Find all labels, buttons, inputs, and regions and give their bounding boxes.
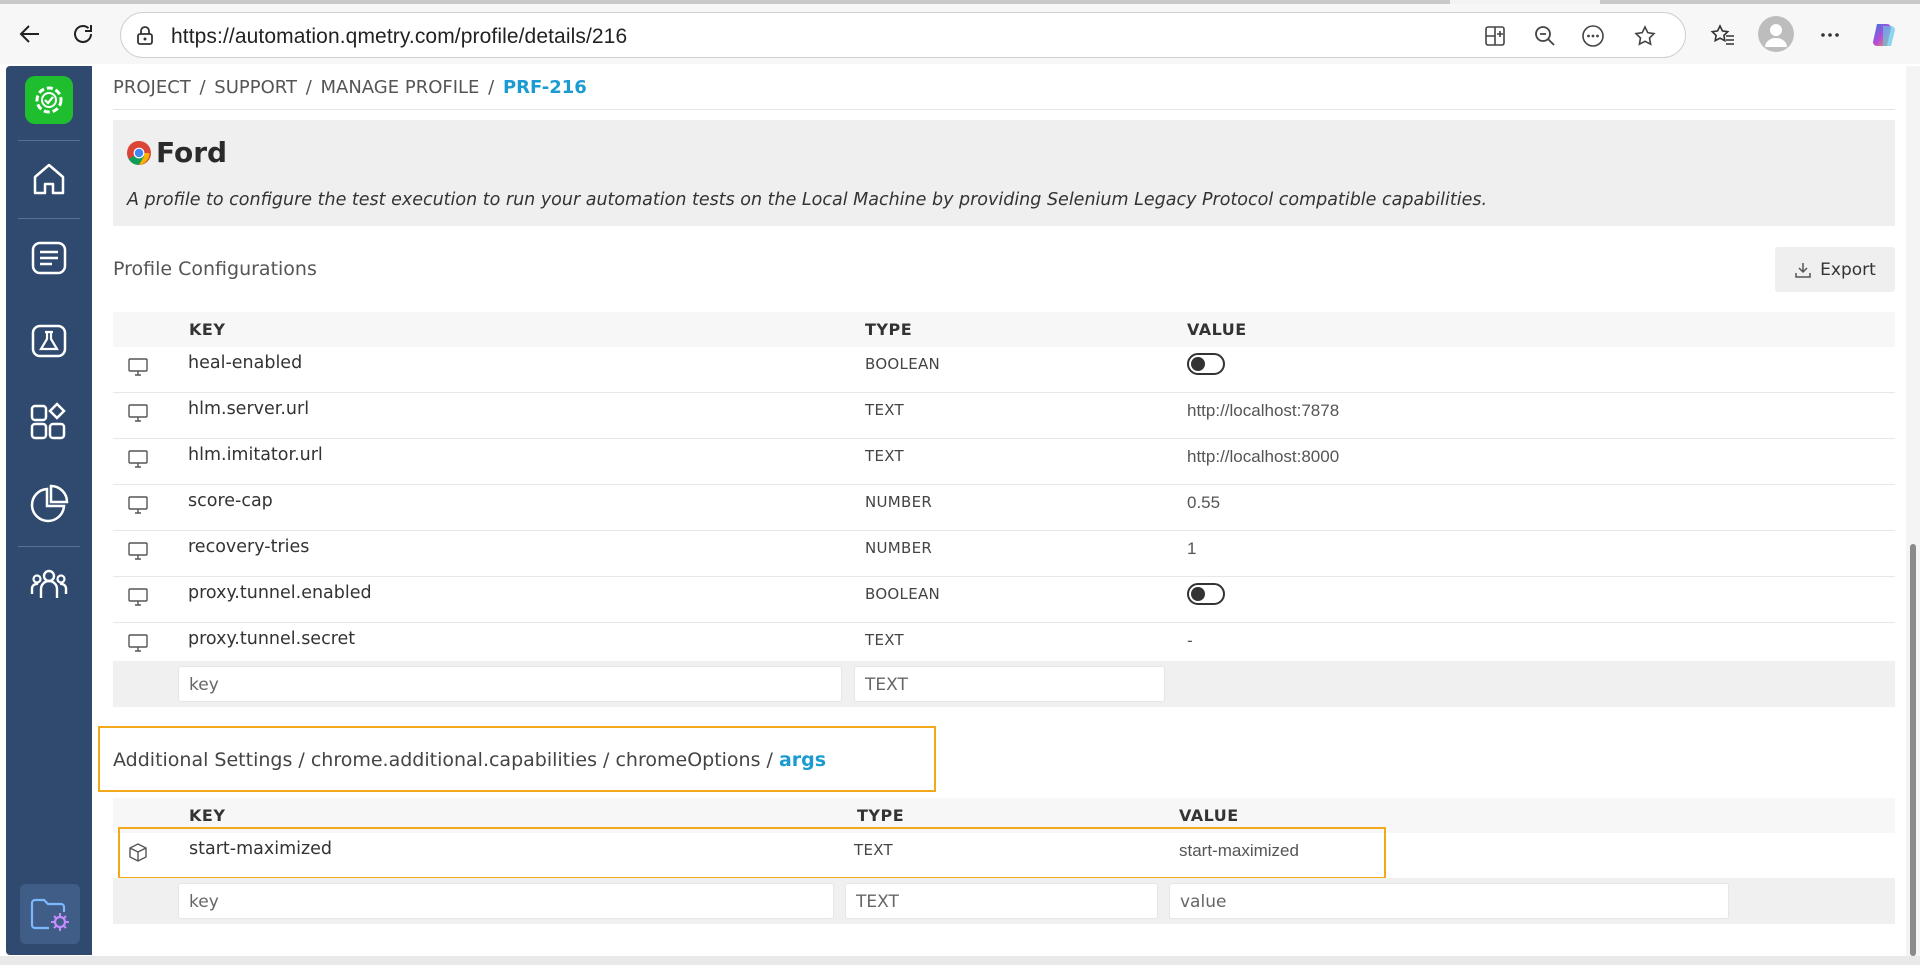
breadcrumb-current: PRF-216 bbox=[502, 77, 587, 98]
table-row[interactable]: recovery-tries NUMBER 1 bbox=[113, 531, 1895, 577]
lab-flask-icon[interactable] bbox=[25, 317, 73, 365]
new-key-input[interactable]: key bbox=[178, 883, 834, 919]
table-row[interactable]: proxy.tunnel.enabled BOOLEAN bbox=[113, 577, 1895, 623]
column-header-key: KEY bbox=[189, 320, 226, 339]
row-key: heal-enabled bbox=[188, 353, 303, 373]
more-tools-icon[interactable] bbox=[1579, 22, 1607, 50]
breadcrumb-support[interactable]: SUPPORT bbox=[214, 77, 297, 98]
additional-settings-breadcrumb: Additional Settings / chrome.additional.… bbox=[113, 749, 827, 771]
window-bottom-edge bbox=[0, 956, 1920, 965]
row-key: proxy.tunnel.secret bbox=[188, 629, 356, 649]
row-type: TEXT bbox=[865, 631, 905, 649]
row-key: proxy.tunnel.enabled bbox=[188, 583, 372, 603]
profile-avatar-icon[interactable] bbox=[1758, 16, 1794, 52]
favorite-star-icon[interactable] bbox=[1631, 22, 1659, 50]
new-value-input[interactable]: value bbox=[1169, 883, 1729, 919]
row-value[interactable]: 1 bbox=[1187, 539, 1196, 559]
column-header-key: KEY bbox=[189, 806, 226, 825]
column-header-value: VALUE bbox=[1187, 320, 1247, 339]
url-text: https://automation.qmetry.com/profile/de… bbox=[171, 25, 628, 48]
crumb-capabilities[interactable]: chrome.additional.capabilities bbox=[311, 749, 597, 771]
row-key: hlm.imitator.url bbox=[188, 445, 323, 465]
settings-more-icon[interactable] bbox=[1814, 19, 1846, 51]
new-type-select[interactable]: TEXT bbox=[845, 883, 1158, 919]
row-key: hlm.server.url bbox=[188, 399, 310, 419]
section-title: Profile Configurations bbox=[113, 258, 317, 280]
chrome-browser-icon bbox=[127, 141, 151, 165]
column-header-type: TYPE bbox=[857, 806, 905, 825]
home-icon[interactable] bbox=[25, 155, 73, 203]
crumb-additional-settings[interactable]: Additional Settings bbox=[113, 749, 292, 771]
row-type: TEXT bbox=[865, 447, 905, 465]
row-value[interactable]: 0.55 bbox=[1187, 493, 1220, 513]
divider bbox=[113, 109, 1895, 110]
export-label: Export bbox=[1820, 259, 1876, 280]
boolean-toggle[interactable] bbox=[1187, 583, 1225, 605]
sidebar-divider bbox=[18, 140, 80, 141]
export-button[interactable]: Export bbox=[1775, 247, 1895, 292]
config-table-header: KEY TYPE VALUE bbox=[113, 312, 1895, 347]
profile-description: A profile to configure the test executio… bbox=[127, 190, 1488, 210]
breadcrumb: PROJECT / SUPPORT / MANAGE PROFILE / PRF… bbox=[113, 77, 587, 98]
desktop-monitor-icon bbox=[128, 496, 148, 514]
page-scrollbar[interactable] bbox=[1906, 66, 1920, 965]
row-type: NUMBER bbox=[865, 493, 933, 511]
favorites-icon[interactable] bbox=[1707, 19, 1739, 51]
users-team-icon[interactable] bbox=[25, 561, 73, 609]
zoom-out-icon[interactable] bbox=[1531, 22, 1559, 50]
sidebar-divider bbox=[18, 546, 80, 547]
crumb-current: args bbox=[778, 749, 827, 771]
row-type: BOOLEAN bbox=[865, 585, 941, 603]
row-type: TEXT bbox=[865, 401, 905, 419]
desktop-monitor-icon bbox=[128, 404, 148, 422]
row-value[interactable]: http://localhost:7878 bbox=[1187, 401, 1339, 421]
new-key-input[interactable]: key bbox=[178, 666, 842, 702]
row-value[interactable]: - bbox=[1187, 631, 1193, 651]
table-row[interactable]: hlm.imitator.url TEXT http://localhost:800… bbox=[113, 439, 1895, 485]
app-sidebar bbox=[6, 66, 92, 955]
row-key: recovery-tries bbox=[188, 537, 310, 557]
table-row[interactable]: heal-enabled BOOLEAN bbox=[113, 347, 1895, 393]
breadcrumb-manage-profile[interactable]: MANAGE PROFILE bbox=[320, 77, 479, 98]
profile-card: Ford A profile to configure the test exe… bbox=[113, 120, 1895, 226]
split-screen-icon[interactable] bbox=[1481, 22, 1509, 50]
apps-widget-icon[interactable] bbox=[25, 398, 73, 446]
table-row[interactable]: score-cap NUMBER 0.55 bbox=[113, 485, 1895, 531]
address-bar[interactable]: https://automation.qmetry.com/profile/de… bbox=[120, 12, 1686, 58]
row-type: BOOLEAN bbox=[865, 355, 941, 373]
copilot-icon[interactable] bbox=[1868, 19, 1900, 51]
scrollbar-thumb[interactable] bbox=[1910, 544, 1916, 956]
desktop-monitor-icon bbox=[128, 450, 148, 468]
column-header-value: VALUE bbox=[1179, 806, 1239, 825]
browser-toolbar: https://automation.qmetry.com/profile/de… bbox=[0, 4, 1920, 64]
table-row[interactable]: hlm.server.url TEXT http://localhost:7878 bbox=[113, 393, 1895, 439]
new-config-row: key TEXT bbox=[113, 661, 1895, 707]
desktop-monitor-icon bbox=[128, 634, 148, 652]
site-info-icon[interactable] bbox=[131, 22, 159, 50]
test-cases-icon[interactable] bbox=[25, 234, 73, 282]
project-settings-folder-icon[interactable] bbox=[20, 884, 80, 944]
desktop-monitor-icon bbox=[128, 588, 148, 606]
desktop-monitor-icon bbox=[128, 358, 148, 376]
row-value[interactable]: http://localhost:8000 bbox=[1187, 447, 1339, 467]
refresh-icon[interactable] bbox=[65, 16, 101, 52]
download-icon bbox=[1795, 262, 1811, 278]
args-row-highlight bbox=[118, 827, 1386, 879]
row-key: score-cap bbox=[188, 491, 273, 511]
column-header-type: TYPE bbox=[865, 320, 913, 339]
back-icon[interactable] bbox=[12, 16, 48, 52]
desktop-monitor-icon bbox=[128, 542, 148, 560]
reports-pie-icon[interactable] bbox=[25, 480, 73, 528]
row-type: NUMBER bbox=[865, 539, 933, 557]
boolean-toggle[interactable] bbox=[1187, 353, 1225, 375]
app-logo[interactable] bbox=[25, 76, 73, 124]
crumb-chrome-options[interactable]: chromeOptions bbox=[615, 749, 760, 771]
new-type-select[interactable]: TEXT bbox=[854, 666, 1165, 702]
breadcrumb-project[interactable]: PROJECT bbox=[113, 77, 191, 98]
new-args-row: key TEXT value bbox=[113, 878, 1895, 924]
profile-name: Ford bbox=[156, 136, 228, 169]
sidebar-divider bbox=[18, 218, 80, 219]
